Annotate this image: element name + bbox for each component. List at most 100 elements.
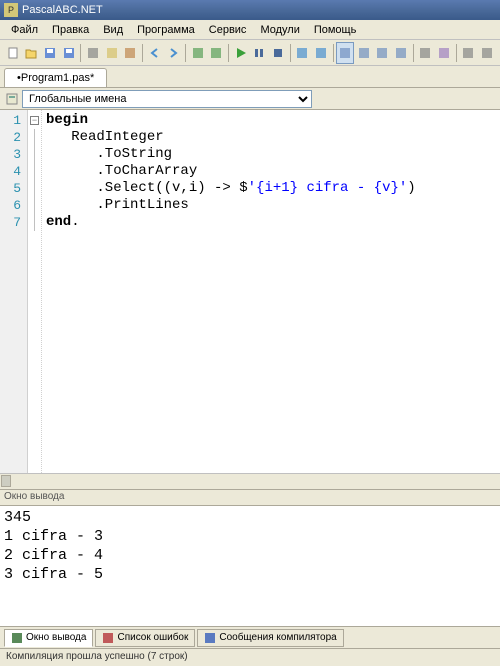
menu-item[interactable]: Файл (4, 22, 45, 38)
output-panel[interactable]: 345 1 cifra - 3 2 cifra - 4 3 cifra - 5 (0, 506, 500, 626)
errors-icon (102, 632, 114, 644)
menu-item[interactable]: Правка (45, 22, 96, 38)
menu-item[interactable]: Сервис (202, 22, 254, 38)
redo-icon (166, 46, 180, 60)
back-button[interactable] (189, 42, 207, 64)
output-icon (11, 632, 23, 644)
panel1-button[interactable] (336, 42, 354, 64)
back-icon (191, 46, 205, 60)
bottom-tab[interactable]: Окно вывода (4, 629, 93, 647)
step-over-button[interactable] (312, 42, 330, 64)
line-number: 7 (0, 214, 27, 231)
menu-item[interactable]: Модули (253, 22, 306, 38)
open-icon (24, 46, 38, 60)
redo-button[interactable] (164, 42, 182, 64)
paste-button[interactable] (121, 42, 139, 64)
save-all-button[interactable] (60, 42, 78, 64)
open-button[interactable] (23, 42, 41, 64)
copy-button[interactable] (103, 42, 121, 64)
find-button[interactable] (417, 42, 435, 64)
pause-icon (252, 46, 266, 60)
statusbar: Компиляция прошла успешно (7 строк) (0, 648, 500, 666)
fold-marker (28, 180, 41, 197)
scope-icon (4, 91, 20, 107)
messages-icon (204, 632, 216, 644)
save-button[interactable] (41, 42, 59, 64)
cut-button[interactable] (84, 42, 102, 64)
panel3-icon (375, 46, 389, 60)
bottom-tabbar: Окно выводаСписок ошибокСообщения компил… (0, 626, 500, 648)
line-number: 1 (0, 112, 27, 129)
x2-icon (480, 46, 494, 60)
code-line[interactable]: end. (42, 214, 500, 231)
toolbar-separator (80, 44, 81, 62)
fwd-icon (209, 46, 223, 60)
code-line[interactable]: ReadInteger (42, 129, 500, 146)
module-button[interactable] (435, 42, 453, 64)
scope-selector[interactable]: Глобальные имена (22, 90, 312, 108)
copy-icon (105, 46, 119, 60)
find-icon (418, 46, 432, 60)
fold-marker (28, 146, 41, 163)
menu-item[interactable]: Помощь (307, 22, 364, 38)
menu-item[interactable]: Программа (130, 22, 202, 38)
menu-item[interactable]: Вид (96, 22, 130, 38)
panel2-button[interactable] (355, 42, 373, 64)
code-line[interactable]: .PrintLines (42, 197, 500, 214)
x1-button[interactable] (460, 42, 478, 64)
undo-button[interactable] (146, 42, 164, 64)
fold-marker (28, 197, 41, 214)
module-icon (437, 46, 451, 60)
new-button[interactable] (4, 42, 22, 64)
code-content[interactable]: begin ReadInteger .ToString .ToCharArray… (42, 110, 500, 489)
scroll-left-button[interactable] (1, 475, 11, 487)
step-over-icon (314, 46, 328, 60)
toolbar-separator (142, 44, 143, 62)
code-line[interactable]: .Select((v,i) -> $'{i+1} cifra - {v}') (42, 180, 500, 197)
panel4-icon (394, 46, 408, 60)
fold-marker (28, 129, 41, 146)
horizontal-scrollbar[interactable] (0, 473, 500, 489)
cut-icon (86, 46, 100, 60)
code-line[interactable]: begin (42, 112, 500, 129)
x2-button[interactable] (478, 42, 496, 64)
menubar: ФайлПравкаВидПрограммаСервисМодулиПомощь (0, 20, 500, 40)
line-number: 6 (0, 197, 27, 214)
pause-button[interactable] (250, 42, 268, 64)
bottom-tab[interactable]: Сообщения компилятора (197, 629, 343, 647)
line-gutter: 1234567 (0, 110, 28, 489)
app-icon: P (4, 3, 18, 17)
run-button[interactable] (232, 42, 250, 64)
toolbar (0, 40, 500, 66)
save-all-icon (62, 46, 76, 60)
window-titlebar: P PascalABC.NET (0, 0, 500, 20)
code-editor[interactable]: 1234567 − begin ReadInteger .ToString .T… (0, 110, 500, 490)
panel3-button[interactable] (374, 42, 392, 64)
fold-marker[interactable]: − (28, 112, 41, 129)
window-title: PascalABC.NET (22, 4, 103, 16)
toolbar-separator (456, 44, 457, 62)
line-number: 5 (0, 180, 27, 197)
run-icon (234, 46, 248, 60)
line-number: 3 (0, 146, 27, 163)
toolbar-separator (290, 44, 291, 62)
toolbar-separator (228, 44, 229, 62)
fold-minus-icon[interactable]: − (30, 116, 39, 125)
stop-button[interactable] (269, 42, 287, 64)
fwd-button[interactable] (207, 42, 225, 64)
paste-icon (123, 46, 137, 60)
output-header: Окно вывода (0, 490, 500, 506)
editor-tab[interactable]: •Program1.pas* (4, 68, 107, 87)
code-line[interactable]: .ToString (42, 146, 500, 163)
bottom-tab[interactable]: Список ошибок (95, 629, 195, 647)
stop-icon (271, 46, 285, 60)
scope-row: Глобальные имена (0, 88, 500, 110)
panel4-button[interactable] (392, 42, 410, 64)
code-line[interactable]: .ToCharArray (42, 163, 500, 180)
panel1-icon (338, 46, 352, 60)
fold-marker (28, 214, 41, 231)
fold-column: − (28, 110, 42, 489)
undo-icon (148, 46, 162, 60)
step-into-button[interactable] (293, 42, 311, 64)
toolbar-separator (185, 44, 186, 62)
